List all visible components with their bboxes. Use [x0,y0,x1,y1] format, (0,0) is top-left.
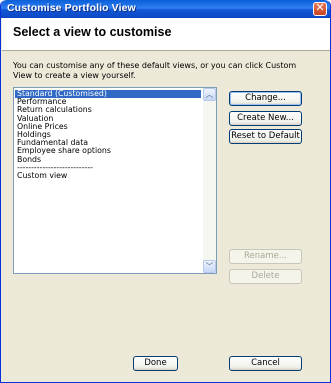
done-button[interactable]: Done [133,356,178,371]
cancel-button[interactable]: Cancel [229,356,302,371]
page-title: Select a view to customise [13,25,172,39]
list-item[interactable]: Custom view [15,171,201,180]
list-item[interactable]: Employee share options [15,147,201,155]
window-title: Customise Portfolio View [7,2,136,14]
customise-portfolio-view-dialog: Customise Portfolio View ✕ Select a view… [0,0,331,383]
scroll-down-button[interactable]: ﹀ [203,260,216,273]
close-button[interactable]: ✕ [313,1,327,16]
rename-button[interactable]: Rename... [229,249,302,264]
delete-button[interactable]: Delete [229,269,302,284]
views-listbox[interactable]: Standard (Customised) Performance Return c… [13,87,217,274]
title-bar: Customise Portfolio View ✕ [1,0,330,18]
reset-to-default-button[interactable]: Reset to Default [229,129,302,144]
instructions-text: You can customise any of these default v… [13,61,297,80]
chevron-down-icon: ﹀ [205,262,214,271]
chevron-up-icon: ︿ [205,90,214,99]
create-new-button[interactable]: Create New... [229,111,302,126]
views-list: Standard (Customised) Performance Return c… [15,89,201,180]
dialog-header: Select a view to customise [2,18,330,51]
change-button[interactable]: Change... [229,91,302,106]
close-icon: ✕ [315,1,325,14]
vertical-scrollbar[interactable]: ︿ ﹀ [203,88,216,273]
scroll-up-button[interactable]: ︿ [203,88,216,101]
